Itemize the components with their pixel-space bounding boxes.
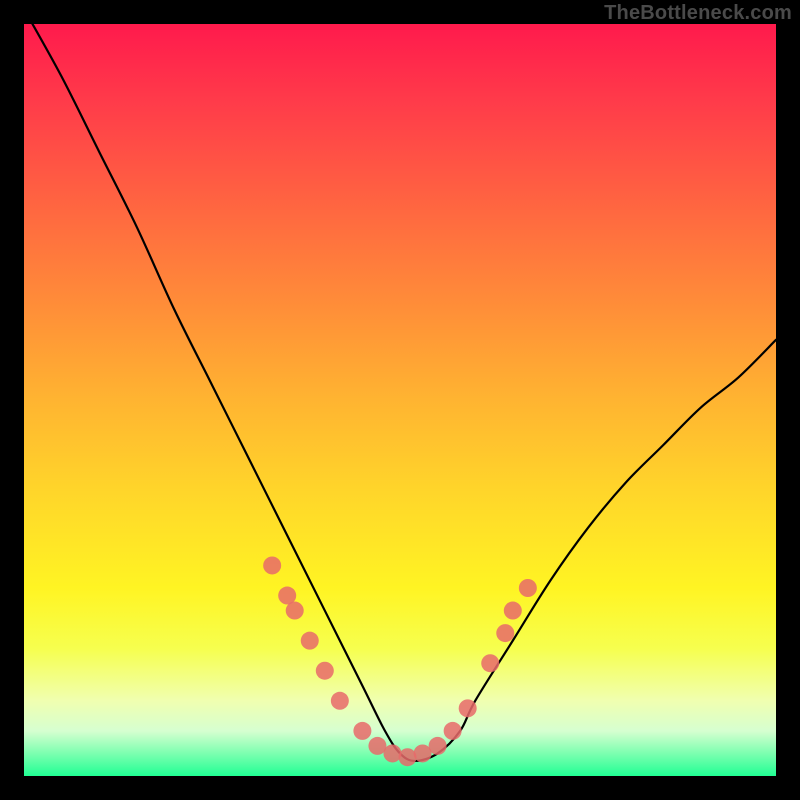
marker-point	[459, 699, 477, 717]
chart-svg	[24, 24, 776, 776]
marker-point	[331, 692, 349, 710]
marker-point	[399, 748, 417, 766]
marker-point	[504, 602, 522, 620]
marker-point	[263, 556, 281, 574]
marker-point	[481, 654, 499, 672]
marker-point	[519, 579, 537, 597]
marker-point	[496, 624, 514, 642]
plot-area	[24, 24, 776, 776]
marker-point	[316, 662, 334, 680]
marker-group	[263, 556, 537, 766]
marker-point	[286, 602, 304, 620]
marker-point	[301, 632, 319, 650]
marker-point	[353, 722, 371, 740]
watermark-text: TheBottleneck.com	[604, 2, 792, 25]
bottleneck-curve	[24, 24, 776, 761]
marker-point	[444, 722, 462, 740]
chart-frame: TheBottleneck.com	[0, 0, 800, 800]
marker-point	[383, 744, 401, 762]
marker-point	[429, 737, 447, 755]
